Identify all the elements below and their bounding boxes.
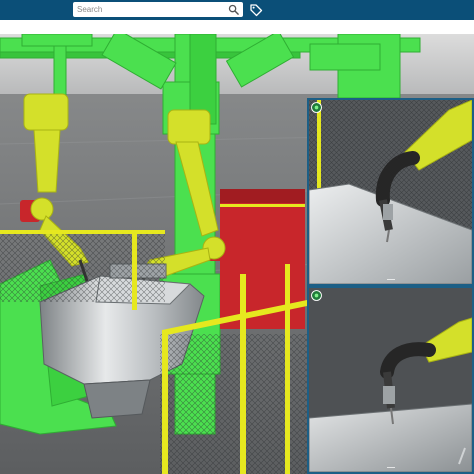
inset-view-2-render: [309, 288, 472, 472]
top-toolbar: [0, 0, 474, 20]
search-box[interactable]: [73, 2, 243, 17]
tag-icon[interactable]: [249, 3, 263, 17]
pin-icon[interactable]: [311, 102, 322, 113]
search-input[interactable]: [77, 2, 223, 17]
inset-1-indicator: [387, 279, 395, 280]
inset-view-1-render: [309, 100, 472, 284]
closeup-camera-view-1[interactable]: [307, 98, 474, 286]
inset-2-indicator: [387, 467, 395, 468]
pin-icon[interactable]: [311, 290, 322, 301]
search-icon[interactable]: [228, 4, 239, 15]
toolbar-spacer: [0, 20, 474, 34]
closeup-camera-view-2[interactable]: [307, 286, 474, 474]
